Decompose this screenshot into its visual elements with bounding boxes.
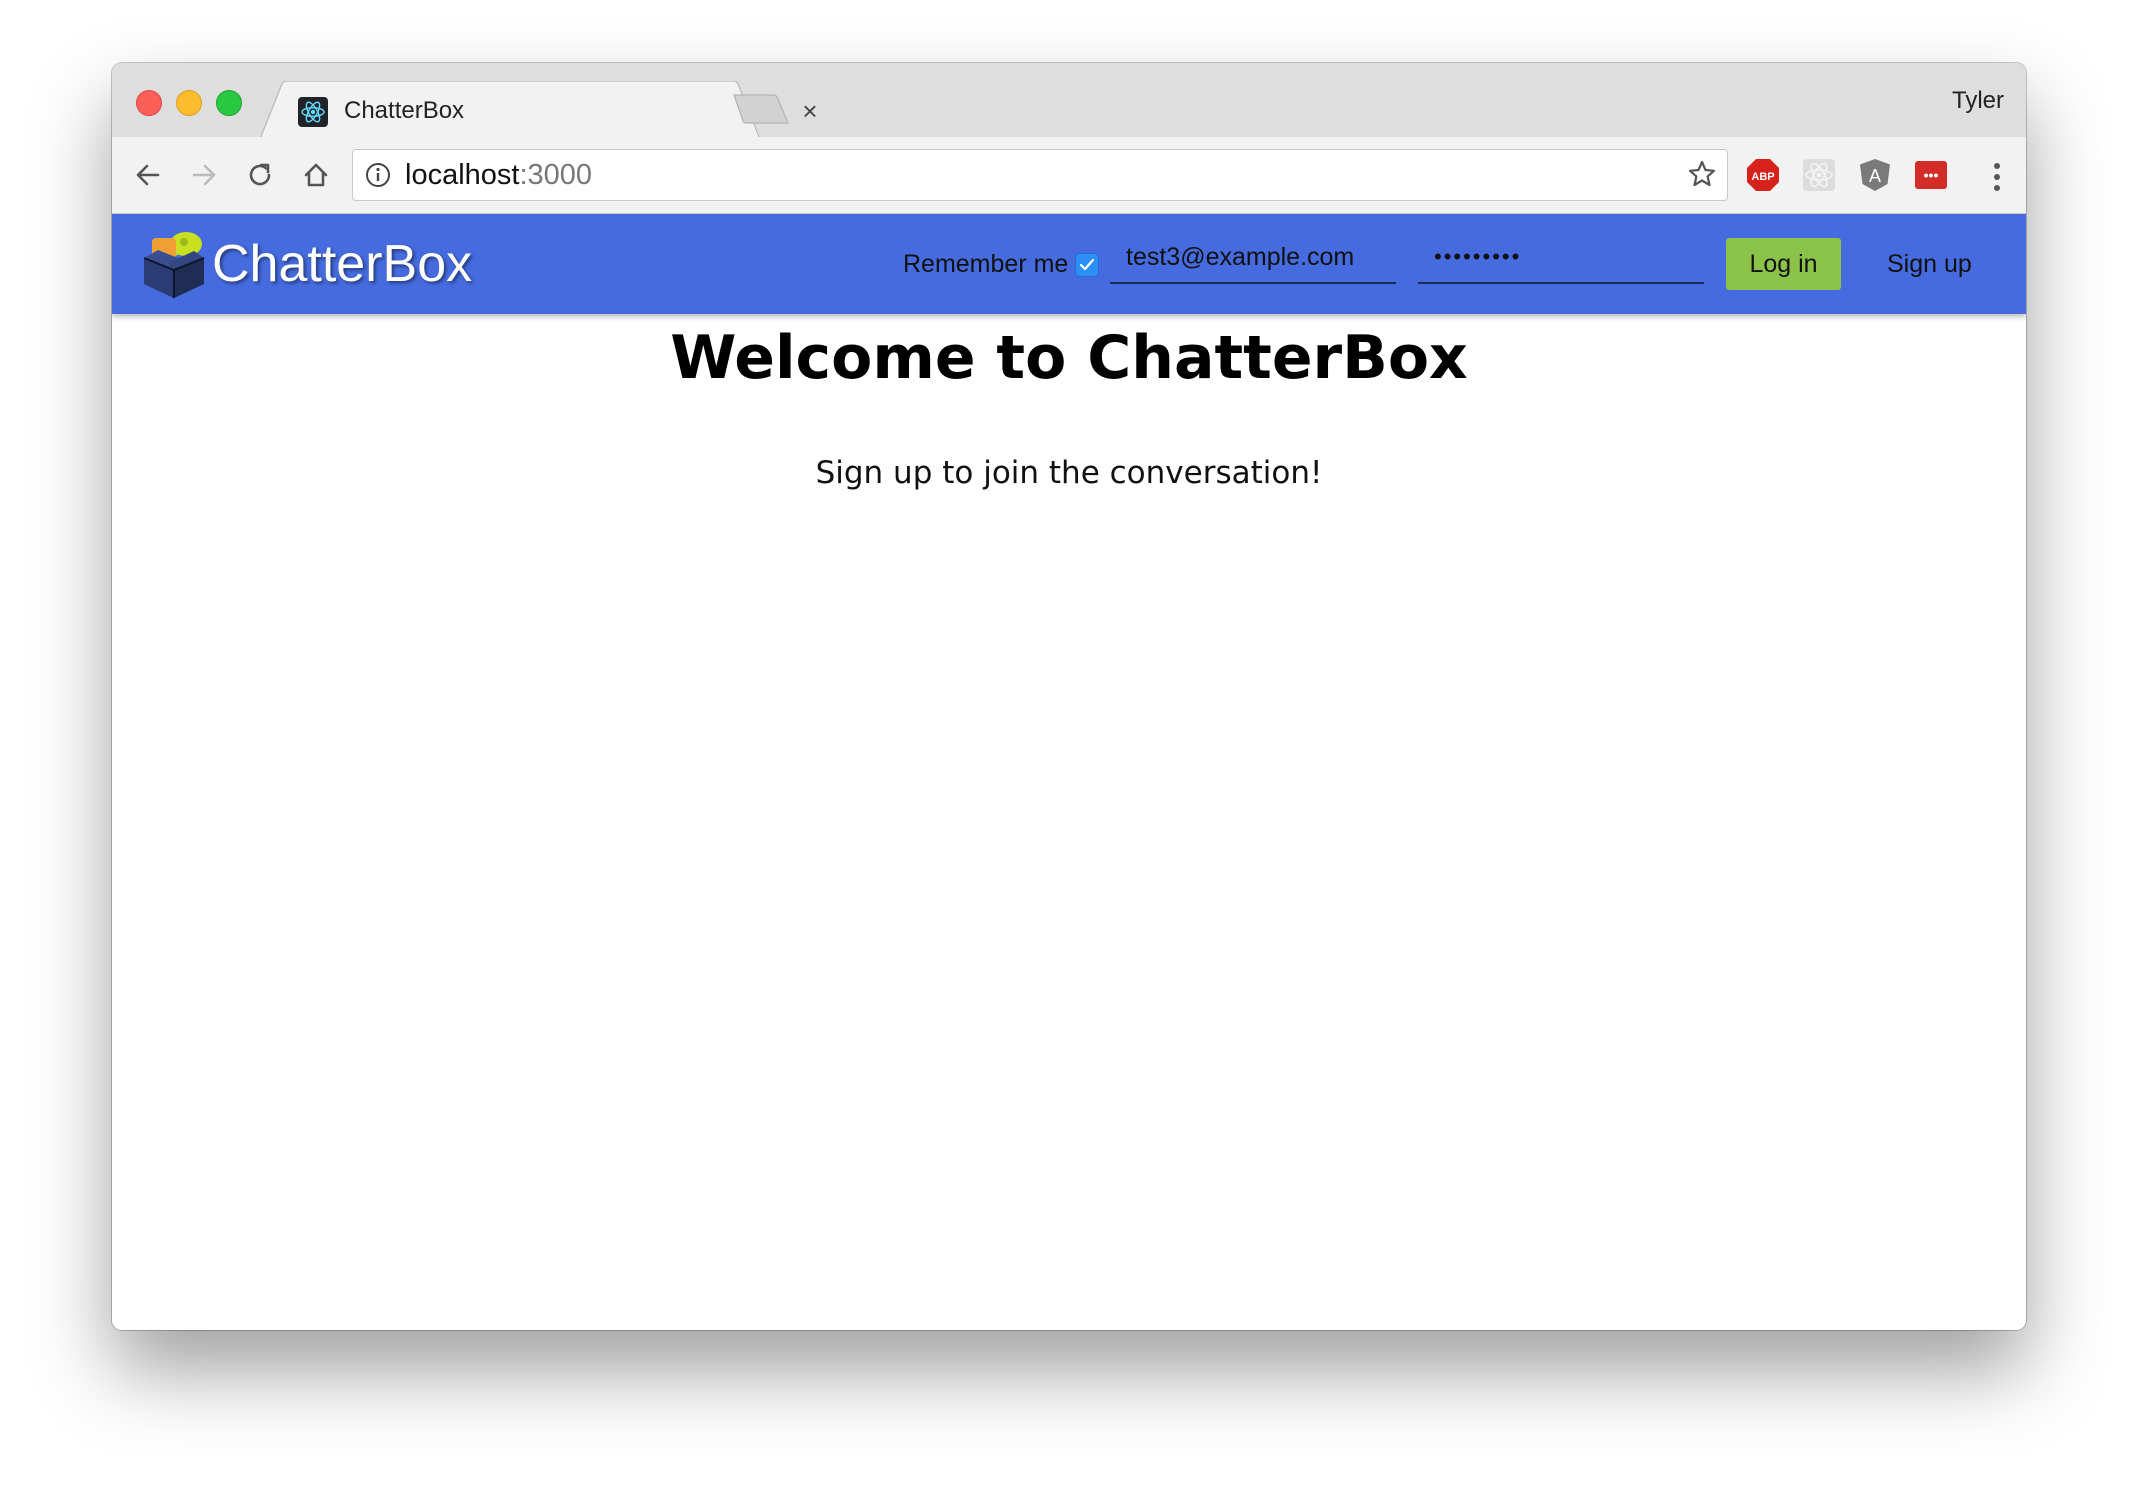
- forward-button[interactable]: [180, 151, 228, 199]
- remember-me-label[interactable]: Remember me: [903, 248, 1068, 280]
- info-icon[interactable]: [365, 162, 391, 188]
- page-viewport: ChatterBox Remember me Log in Sign up We…: [112, 214, 2026, 1330]
- tab-strip: ChatterBox × Tyler: [112, 63, 2026, 139]
- back-icon: [136, 164, 160, 186]
- page-title: Welcome to ChatterBox: [670, 323, 1468, 393]
- page-subtitle: Sign up to join the conversation!: [815, 455, 1323, 491]
- abp-label: ABP: [1751, 171, 1774, 183]
- app-navbar: ChatterBox Remember me Log in Sign up: [112, 214, 2026, 314]
- reload-button[interactable]: [236, 151, 284, 199]
- address-bar[interactable]: localhost:3000: [352, 149, 1728, 201]
- minimize-window-button[interactable]: [176, 90, 202, 116]
- react-devtools-icon[interactable]: [1802, 158, 1836, 192]
- back-button[interactable]: [124, 151, 172, 199]
- browser-window: ChatterBox × Tyler localhost:3000 ABP A …: [112, 63, 2026, 1330]
- email-field[interactable]: [1110, 236, 1396, 278]
- login-button[interactable]: Log in: [1726, 238, 1841, 290]
- checkmark-icon: [1079, 258, 1095, 271]
- address-url[interactable]: localhost:3000: [405, 159, 592, 191]
- adblock-plus-icon[interactable]: ABP: [1746, 158, 1780, 192]
- menu-icon[interactable]: [1982, 157, 2012, 197]
- remember-me-checkbox[interactable]: [1075, 253, 1099, 277]
- email-field-wrapper: [1110, 236, 1396, 284]
- tab-title: ChatterBox: [344, 97, 465, 124]
- bookmark-star-icon[interactable]: [1687, 159, 1717, 189]
- home-button[interactable]: [292, 151, 340, 199]
- new-tab-button[interactable]: [732, 93, 792, 125]
- maximize-window-button[interactable]: [216, 90, 242, 116]
- chatterbox-logo-icon[interactable]: [138, 228, 210, 300]
- password-field-wrapper: [1418, 236, 1704, 284]
- profile-name[interactable]: Tyler: [1952, 87, 2004, 115]
- forward-icon: [192, 164, 216, 186]
- url-host: localhost: [405, 159, 520, 191]
- angular-label: A: [1869, 166, 1881, 186]
- close-window-button[interactable]: [136, 90, 162, 116]
- signup-link[interactable]: Sign up: [1887, 248, 1972, 280]
- tab-shape: [260, 81, 760, 139]
- angular-icon[interactable]: A: [1858, 158, 1892, 192]
- react-favicon-icon: [298, 97, 328, 127]
- brand-name[interactable]: ChatterBox: [212, 234, 472, 294]
- home-icon: [304, 163, 328, 187]
- tab-close-icon[interactable]: ×: [795, 95, 825, 127]
- url-port: :3000: [519, 159, 593, 191]
- lastpass-label: •••: [1924, 167, 1939, 183]
- reload-icon: [249, 163, 271, 186]
- tab-chatterbox[interactable]: ChatterBox ×: [260, 81, 818, 139]
- password-field[interactable]: [1418, 236, 1704, 278]
- browser-toolbar: localhost:3000 ABP A •••: [112, 137, 2026, 214]
- lastpass-icon[interactable]: •••: [1914, 158, 1948, 192]
